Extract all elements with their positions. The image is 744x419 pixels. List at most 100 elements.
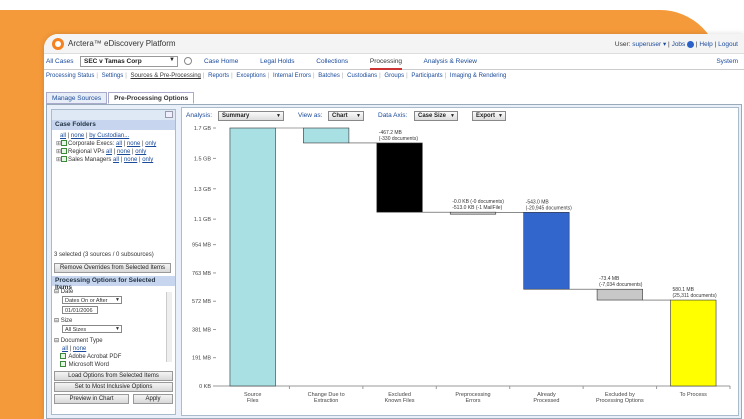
size-select[interactable]: All Sizes ▼: [62, 325, 122, 334]
folder-none-link[interactable]: none: [124, 157, 137, 163]
jobs-status-icon: [687, 40, 695, 48]
subnav-exceptions[interactable]: Exceptions: [236, 73, 265, 79]
folder-only-link[interactable]: only: [135, 149, 146, 155]
user-menu[interactable]: superuser ▾: [632, 41, 666, 48]
doctype-name: Adobe Acrobat PDF: [68, 353, 122, 360]
tab-bar: Manage Sources Pre-Processing Options: [46, 92, 195, 104]
y-tick-label: 191 MB: [192, 356, 211, 362]
nav-case-home[interactable]: Case Home: [204, 58, 238, 65]
y-tick-label: 0 KB: [199, 384, 211, 390]
bar[interactable]: [670, 299, 717, 387]
jobs-link[interactable]: Jobs: [672, 41, 686, 48]
collapse-icon[interactable]: ⊟: [54, 338, 59, 344]
size-value: All Sizes: [65, 327, 87, 334]
folder-only-link[interactable]: only: [145, 141, 156, 147]
doctype-checkbox[interactable]: [60, 353, 66, 360]
x-tick-label: To Process: [680, 392, 707, 398]
user-bar: User: superuser ▾ | Jobs | Help | Logout: [614, 40, 738, 48]
date-input[interactable]: 01/01/2006: [62, 305, 98, 314]
size-label: Size: [60, 318, 73, 325]
folder-all-link[interactable]: all: [106, 149, 112, 155]
subnav-participants[interactable]: Participants: [411, 73, 442, 79]
options-scrollbar[interactable]: [166, 292, 172, 362]
doctype-none-link[interactable]: none: [73, 346, 86, 352]
bar[interactable]: [376, 142, 423, 213]
subnav-groups[interactable]: Groups: [384, 73, 404, 79]
folder-all-link[interactable]: all: [113, 157, 119, 163]
nav-collections[interactable]: Collections: [316, 58, 348, 65]
selection-info: 3 selected (3 sources / 0 subsources): [54, 252, 154, 258]
folder-row: ⊞ Sales Managers all | none | only: [56, 156, 154, 163]
folder-none-link[interactable]: none: [117, 149, 130, 155]
remove-overrides-button[interactable]: Remove Overrides from Selected Items: [54, 263, 171, 273]
processing-options-title: Processing Options for Selected Items: [52, 276, 175, 291]
folders-by-custodian-link[interactable]: by Custodian...: [89, 133, 129, 139]
bar[interactable]: [303, 127, 350, 144]
collapse-icon[interactable]: ⊟: [54, 318, 59, 324]
folder-checkbox[interactable]: [61, 156, 67, 163]
case-selector[interactable]: SEC v Tamas Corp ▼: [80, 56, 178, 67]
data-label: (-7,034 documents): [599, 282, 643, 288]
system-link[interactable]: System: [716, 58, 738, 65]
y-tick-label: 954 MB: [192, 243, 211, 249]
help-link[interactable]: Help: [699, 41, 712, 48]
case-selector-value: SEC v Tamas Corp: [84, 58, 142, 65]
logo-icon: [52, 38, 64, 50]
collapse-icon[interactable]: [165, 111, 173, 118]
subnav-imaging[interactable]: Imaging & Rendering: [450, 73, 506, 79]
left-panel: Case Folders all | none | by Custodian..…: [51, 109, 176, 415]
doctype-name: Microsoft Word: [68, 361, 109, 368]
subnav-settings[interactable]: Settings: [102, 73, 124, 79]
folders-all-link[interactable]: all: [60, 133, 66, 139]
preview-chart-button[interactable]: Preview in Chart: [54, 394, 129, 404]
bar[interactable]: [449, 211, 497, 215]
subnav-processing-status[interactable]: Processing Status: [46, 73, 94, 79]
date-value: 01/01/2006: [65, 307, 93, 314]
doctype-checkbox[interactable]: [60, 361, 66, 368]
subnav-sources[interactable]: Sources & Pre-Processing: [131, 73, 201, 79]
folder-all-link[interactable]: all: [116, 141, 122, 147]
folder-none-link[interactable]: none: [127, 141, 140, 147]
folder-only-link[interactable]: only: [142, 157, 153, 163]
bar[interactable]: [229, 127, 276, 387]
y-tick-label: 572 MB: [192, 299, 211, 305]
nav-legal-holds[interactable]: Legal Holds: [260, 58, 294, 65]
chevron-down-icon: ▼: [115, 297, 120, 303]
bar[interactable]: [523, 212, 570, 290]
logout-link[interactable]: Logout: [718, 41, 738, 48]
apply-button[interactable]: Apply: [133, 394, 173, 404]
doctype-all-link[interactable]: all: [62, 346, 68, 352]
main-nav: Case Home Legal Holds Collections Proces…: [204, 58, 497, 70]
x-tick-label: Known Files: [385, 398, 415, 404]
collapse-icon[interactable]: ⊟: [54, 289, 59, 295]
folders-none-link[interactable]: none: [71, 133, 84, 139]
top-bar: Arctera™ eDiscovery Platform User: super…: [44, 34, 744, 54]
bar[interactable]: [596, 288, 643, 301]
doctype-label: Document Type: [60, 337, 103, 344]
chart-panel: Analysis: Summary ▼ View as: Chart ▼ Data …: [181, 107, 739, 416]
left-buttons: Load Options from Selected Items Set to …: [52, 370, 175, 405]
folder-name: Corporate Execs: [68, 141, 113, 147]
date-label: Date: [60, 289, 74, 295]
panel-toolbar: [52, 110, 175, 120]
nav-analysis-review[interactable]: Analysis & Review: [424, 58, 477, 65]
refresh-icon[interactable]: [184, 57, 192, 65]
data-label: (25,311 documents): [673, 293, 717, 299]
nav-processing[interactable]: Processing: [369, 58, 403, 70]
tab-manage-sources[interactable]: Manage Sources: [46, 92, 108, 104]
all-cases-link[interactable]: All Cases: [46, 58, 73, 65]
tab-pre-processing-options[interactable]: Pre-Processing Options: [108, 92, 195, 104]
subnav-reports[interactable]: Reports: [208, 73, 229, 79]
folder-checkbox[interactable]: [61, 148, 67, 155]
subnav-batches[interactable]: Batches: [318, 73, 340, 79]
folder-checkbox[interactable]: [61, 140, 67, 147]
load-options-button[interactable]: Load Options from Selected Items: [54, 371, 173, 381]
folder-name: Regional VPs: [68, 149, 105, 155]
x-tick-label: Files: [247, 398, 259, 404]
user-label: User:: [614, 41, 631, 48]
date-mode-select[interactable]: Dates On or After ▼: [62, 296, 122, 304]
subnav-internal-errors[interactable]: Internal Errors: [273, 73, 311, 79]
y-tick-label: 1.1 GB: [194, 217, 211, 223]
most-inclusive-button[interactable]: Set to Most Inclusive Options: [54, 382, 173, 392]
subnav-custodians[interactable]: Custodians: [347, 73, 377, 79]
